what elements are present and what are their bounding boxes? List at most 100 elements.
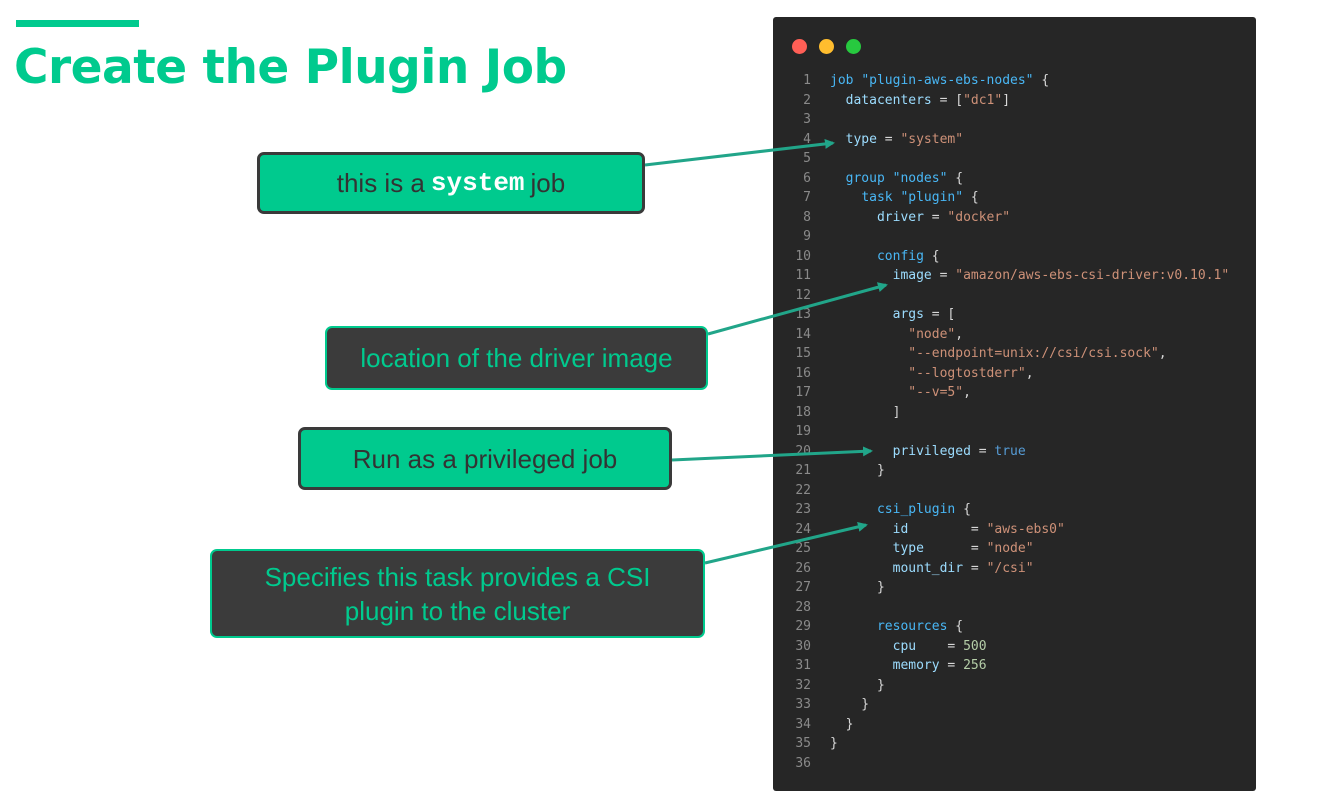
- code-line: 17 "--v=5",: [773, 383, 1256, 403]
- code-token: resources: [876, 619, 948, 634]
- line-number: 5: [803, 151, 811, 166]
- code-token: =: [876, 131, 901, 147]
- callout-csi-plugin: Specifies this task provides a CSI plugi…: [210, 549, 705, 638]
- code-line-content: datacenters = ["dc1"]: [830, 91, 1010, 111]
- code-token: =: [923, 209, 948, 225]
- line-number: 25: [795, 541, 811, 556]
- code-token: job: [830, 73, 854, 88]
- line-number: 28: [795, 599, 811, 615]
- code-line: 25 type = "node": [773, 539, 1256, 559]
- code-token: =: [931, 268, 956, 283]
- code-line: 16 "--logtostderr",: [773, 364, 1256, 384]
- code-line: 27 }: [773, 578, 1256, 598]
- line-number: 36: [795, 755, 811, 771]
- code-line: 22: [773, 481, 1256, 501]
- line-number: 34: [795, 716, 811, 732]
- line-number: 26: [795, 560, 811, 576]
- code-token: "--endpoint=unix://csi/csi.sock": [908, 346, 1159, 361]
- code-line-content: driver = "docker": [830, 208, 1010, 228]
- code-line: 30 cpu = 500: [773, 637, 1256, 657]
- code-line-content: cpu = 500: [830, 637, 987, 657]
- code-token: datacenters: [845, 92, 932, 108]
- code-line: 29 resources {: [773, 617, 1256, 637]
- code-line-content: resources {: [830, 617, 963, 637]
- code-line: 33 }: [773, 695, 1256, 715]
- code-token: task: [861, 190, 893, 205]
- code-token: "node": [986, 541, 1034, 556]
- code-line: 13 args = [: [773, 305, 1256, 325]
- callout-system-job-code: system: [430, 168, 525, 198]
- line-number: 29: [795, 619, 811, 634]
- line-number: 14: [795, 326, 811, 342]
- window-close-dot[interactable]: [792, 39, 807, 54]
- line-number: 18: [795, 404, 811, 420]
- line-number: 19: [795, 424, 811, 439]
- code-line-content: "--logtostderr",: [830, 364, 1033, 384]
- code-line-content: type = "node": [830, 539, 1034, 559]
- line-number: 31: [795, 658, 811, 673]
- code-token: {: [963, 190, 979, 205]
- line-number: 13: [795, 307, 811, 322]
- line-number: 35: [795, 736, 811, 751]
- callout-driver-image-text: location of the driver image: [360, 343, 673, 373]
- code-token: }: [830, 697, 870, 712]
- code-token: {: [1033, 73, 1050, 88]
- line-number: 15: [795, 346, 811, 361]
- code-line: 11 image = "amazon/aws-ebs-csi-driver:v0…: [773, 266, 1256, 286]
- code-line: 20 privileged = true: [773, 442, 1256, 462]
- code-line: 18 ]: [773, 403, 1256, 423]
- code-token: =: [970, 443, 995, 459]
- window-minimize-dot[interactable]: [819, 39, 834, 54]
- line-number: 12: [795, 287, 811, 303]
- code-editor-window: 1 job "plugin-aws-ebs-nodes" {2 datacente…: [773, 17, 1256, 791]
- window-maximize-dot[interactable]: [846, 39, 861, 54]
- code-line-content: memory = 256: [830, 656, 987, 676]
- code-line: 36: [773, 754, 1256, 774]
- code-line: 12: [773, 286, 1256, 306]
- code-token: "amazon/aws-ebs-csi-driver:v0.10.1": [955, 268, 1230, 283]
- code-token: =: [923, 541, 987, 556]
- slide-title: Create the Plugin Job: [14, 40, 567, 95]
- code-line: 21 }: [773, 461, 1256, 481]
- code-token: }: [830, 736, 838, 751]
- code-token: "nodes": [892, 170, 948, 186]
- code-token: =: [939, 658, 964, 673]
- callout-csi-plugin-text: Specifies this task provides a CSI plugi…: [264, 561, 651, 626]
- code-token: =: [908, 521, 987, 537]
- code-token: type: [892, 541, 924, 556]
- code-token: = [: [923, 307, 956, 322]
- line-number: 4: [803, 131, 811, 147]
- code-token: {: [947, 170, 964, 186]
- code-line: 31 memory = 256: [773, 656, 1256, 676]
- callout-privileged-job-text: Run as a privileged job: [352, 443, 618, 474]
- code-token: "plugin": [900, 190, 964, 205]
- code-token: "/csi": [986, 560, 1034, 576]
- code-token: memory: [892, 658, 940, 673]
- code-line-content: "--endpoint=unix://csi/csi.sock",: [830, 344, 1166, 364]
- line-number: 7: [803, 190, 811, 205]
- code-line-content: image = "amazon/aws-ebs-csi-driver:v0.10…: [830, 266, 1230, 286]
- code-line: 32 }: [773, 676, 1256, 696]
- line-number: 32: [795, 677, 811, 693]
- line-number: 30: [795, 638, 811, 654]
- code-token: }: [830, 716, 854, 732]
- code-token: "--v=5": [908, 385, 964, 400]
- code-line-content: }: [830, 676, 885, 696]
- code-line: 24 id = "aws-ebs0": [773, 520, 1256, 540]
- code-line-content: group "nodes" {: [830, 169, 963, 189]
- code-token: group: [845, 170, 885, 186]
- code-token: image: [892, 268, 932, 283]
- code-token: }: [830, 677, 885, 693]
- code-token: privileged: [892, 443, 971, 459]
